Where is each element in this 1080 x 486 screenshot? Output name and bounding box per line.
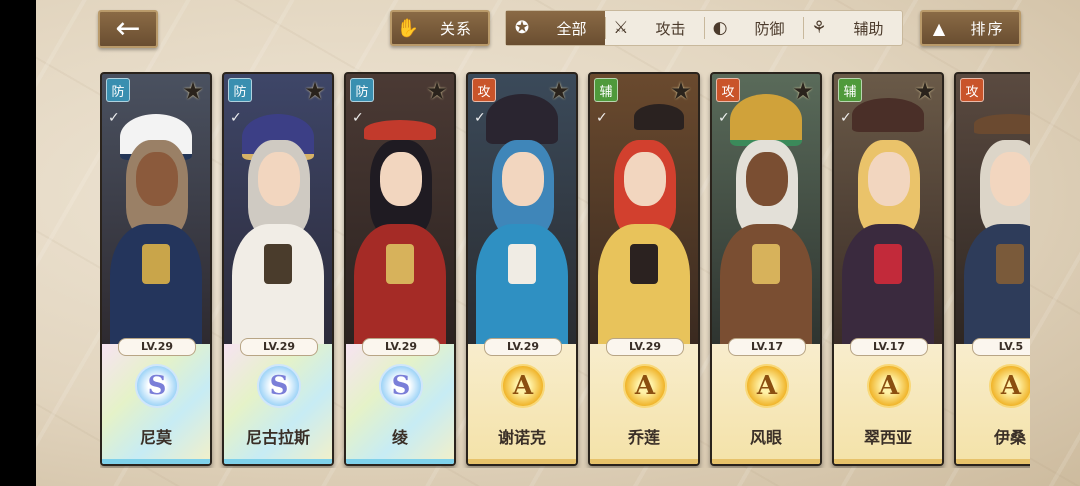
level-label: LV.29 bbox=[606, 338, 684, 356]
sort-button[interactable]: ▲ 排序 bbox=[920, 10, 1021, 46]
character-card[interactable]: 辅 ✓ ★ LV.29 A 乔莲 bbox=[588, 72, 700, 466]
rank-badge: A bbox=[745, 364, 789, 408]
card-info: LV.17 A 风眼 bbox=[712, 338, 820, 464]
level-label: LV.17 bbox=[728, 338, 806, 356]
card-info: LV.29 A 乔莲 bbox=[590, 338, 698, 464]
sort-label: 排序 bbox=[970, 19, 1005, 38]
card-info: LV.5 A 伊桑 bbox=[956, 338, 1030, 464]
arrow-left-icon: ← bbox=[115, 11, 141, 46]
rank-badge: A bbox=[501, 364, 545, 408]
card-info: LV.29 S 尼莫 bbox=[102, 338, 210, 464]
card-info: LV.29 S 绫 bbox=[346, 338, 454, 464]
rank-badge: A bbox=[867, 364, 911, 408]
star-circle-icon: ✪ bbox=[514, 18, 530, 38]
star-icon: ★ bbox=[792, 77, 814, 105]
filter-defense-label: 防御 bbox=[754, 19, 785, 38]
support-icon: ⚘ bbox=[811, 18, 827, 38]
card-info: LV.17 A 翠西亚 bbox=[834, 338, 942, 464]
check-icon: ✓ bbox=[596, 110, 608, 126]
character-card[interactable]: 辅 ✓ ★ LV.17 A 翠西亚 bbox=[832, 72, 944, 466]
character-name: 翠西亚 bbox=[863, 428, 912, 447]
role-badge: 攻 bbox=[716, 78, 740, 102]
character-name: 乔莲 bbox=[627, 428, 660, 447]
star-icon: ★ bbox=[304, 77, 326, 105]
relation-button[interactable]: ✋ 关系 bbox=[390, 10, 490, 46]
rarity-bar bbox=[956, 459, 1030, 464]
rank-badge: A bbox=[989, 364, 1030, 408]
rank-badge: S bbox=[257, 364, 301, 408]
role-badge: 防 bbox=[228, 78, 252, 102]
rarity-bar bbox=[102, 459, 210, 464]
crossed-swords-icon: ⚔ bbox=[613, 18, 629, 38]
role-badge: 防 bbox=[106, 78, 130, 102]
back-button[interactable]: ← bbox=[98, 10, 158, 48]
role-badge: 攻 bbox=[960, 78, 984, 102]
filter-defense-tab[interactable]: ◐ 防御 bbox=[704, 11, 803, 45]
character-name: 风眼 bbox=[749, 428, 782, 447]
role-badge: 攻 bbox=[472, 78, 496, 102]
star-icon: ★ bbox=[914, 77, 936, 105]
role-badge: 防 bbox=[350, 78, 374, 102]
role-filter-bar: ✪ 全部 ⚔ 攻击 ◐ 防御 ⚘ 辅助 bbox=[505, 10, 903, 46]
character-portrait bbox=[956, 74, 1030, 354]
level-label: LV.29 bbox=[484, 338, 562, 356]
sort-arrows-icon: ▲ bbox=[932, 18, 946, 38]
level-label: LV.29 bbox=[240, 338, 318, 356]
level-label: LV.17 bbox=[850, 338, 928, 356]
filter-support-tab[interactable]: ⚘ 辅助 bbox=[803, 11, 902, 45]
filter-all-tab[interactable]: ✪ 全部 bbox=[506, 11, 605, 45]
filter-attack-label: 攻击 bbox=[655, 19, 686, 38]
rarity-bar bbox=[834, 459, 942, 464]
filter-attack-tab[interactable]: ⚔ 攻击 bbox=[605, 11, 704, 45]
character-name: 绫 bbox=[391, 428, 408, 447]
star-icon: ★ bbox=[426, 77, 448, 105]
level-label: LV.29 bbox=[118, 338, 196, 356]
rarity-bar bbox=[224, 459, 332, 464]
character-name: 谢诺克 bbox=[497, 428, 546, 447]
rarity-bar bbox=[590, 459, 698, 464]
rarity-bar bbox=[712, 459, 820, 464]
character-card[interactable]: 防 ✓ ★ LV.29 S 绫 bbox=[344, 72, 456, 466]
rarity-bar bbox=[468, 459, 576, 464]
rarity-bar bbox=[346, 459, 454, 464]
rank-badge: S bbox=[379, 364, 423, 408]
character-card[interactable]: 攻 ✓ ★ LV.17 A 风眼 bbox=[710, 72, 822, 466]
level-label: LV.29 bbox=[362, 338, 440, 356]
rank-badge: A bbox=[623, 364, 667, 408]
role-badge: 辅 bbox=[594, 78, 618, 102]
filter-support-label: 辅助 bbox=[853, 19, 884, 38]
hand-icon: ✋ bbox=[396, 17, 420, 39]
character-card[interactable]: 防 ✓ ★ LV.29 S 尼古拉斯 bbox=[222, 72, 334, 466]
rank-badge: S bbox=[135, 364, 179, 408]
character-card[interactable]: 攻 ✓ ★ LV.29 A 谢诺克 bbox=[466, 72, 578, 466]
character-name: 尼古拉斯 bbox=[245, 428, 310, 447]
role-badge: 辅 bbox=[838, 78, 862, 102]
check-icon: ✓ bbox=[108, 110, 120, 126]
card-info: LV.29 S 尼古拉斯 bbox=[224, 338, 332, 464]
star-icon: ★ bbox=[548, 77, 570, 105]
level-label: LV.5 bbox=[972, 338, 1030, 356]
star-icon: ★ bbox=[182, 77, 204, 105]
character-card[interactable]: 防 ✓ ★ LV.29 S 尼莫 bbox=[100, 72, 212, 466]
check-icon: ✓ bbox=[840, 110, 852, 126]
character-name: 伊桑 bbox=[993, 428, 1026, 447]
check-icon: ✓ bbox=[474, 110, 486, 126]
filter-all-label: 全部 bbox=[556, 19, 587, 38]
check-icon: ✓ bbox=[718, 110, 730, 126]
character-name: 尼莫 bbox=[139, 428, 172, 447]
character-card[interactable]: 攻 LV.5 A 伊桑 bbox=[954, 72, 1030, 466]
star-icon: ★ bbox=[670, 77, 692, 105]
character-list: 防 ✓ ★ LV.29 S 尼莫 防 ✓ ★ LV.29 S 尼古拉斯 防 ✓ … bbox=[100, 72, 1030, 468]
card-info: LV.29 A 谢诺克 bbox=[468, 338, 576, 464]
check-icon: ✓ bbox=[230, 110, 242, 126]
relation-label: 关系 bbox=[439, 19, 472, 38]
check-icon: ✓ bbox=[352, 110, 364, 126]
shield-icon: ◐ bbox=[712, 18, 728, 38]
